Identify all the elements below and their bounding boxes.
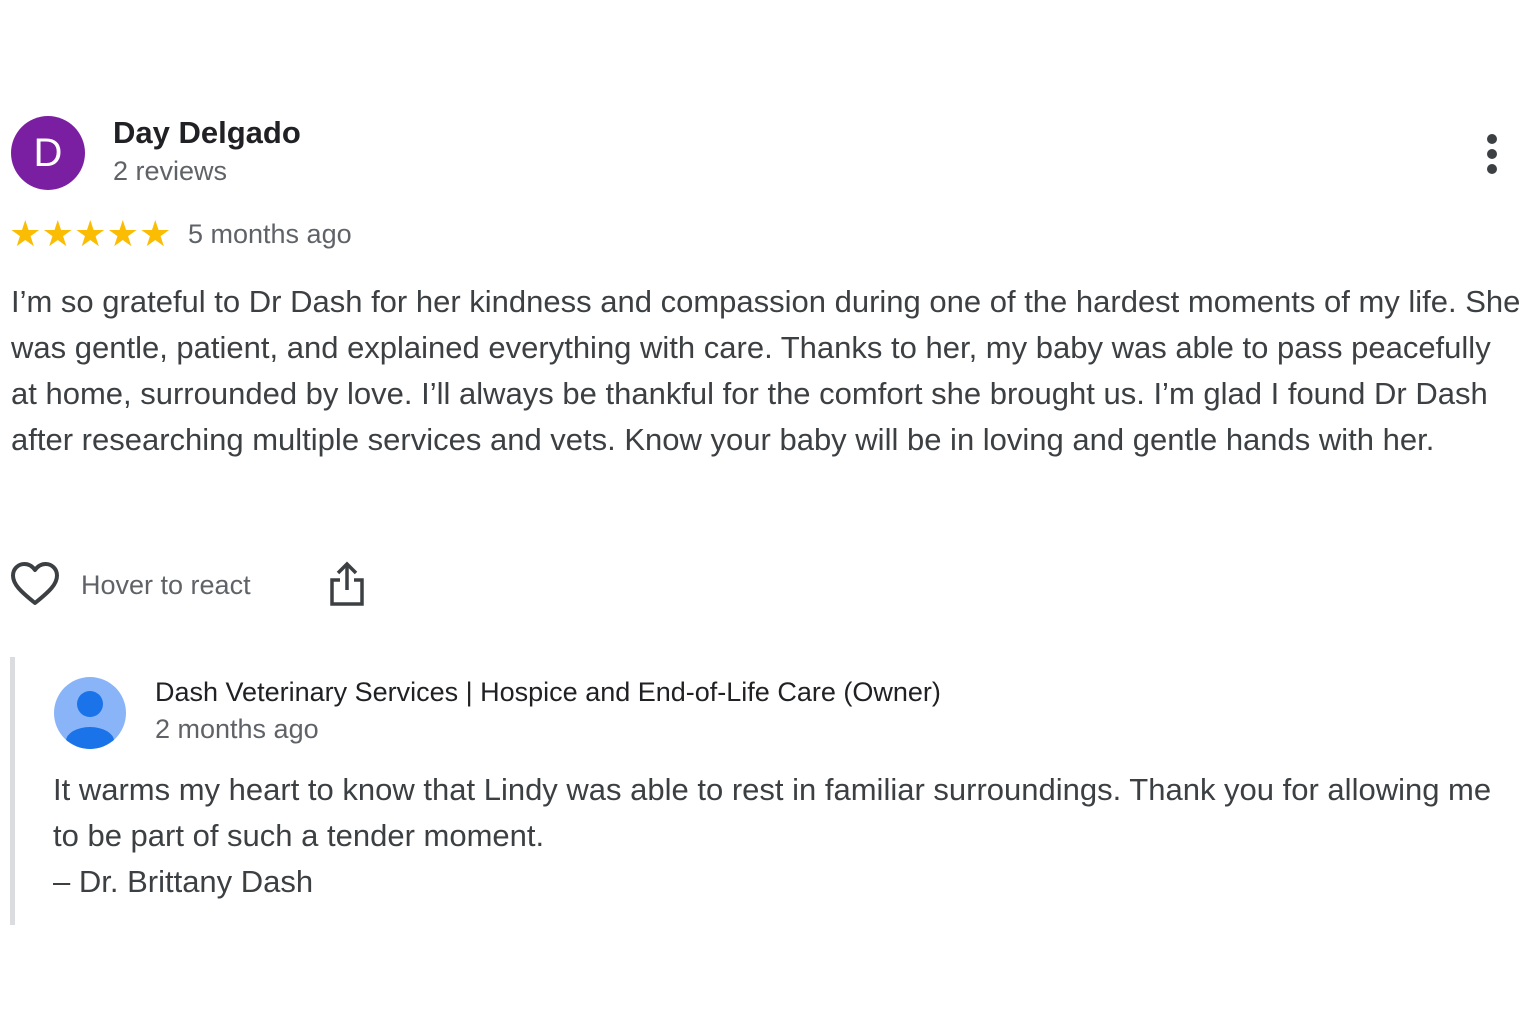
- owner-reply-paragraph: It warms my heart to know that Lindy was…: [53, 772, 1492, 853]
- react-label: Hover to react: [81, 569, 251, 600]
- owner-reply-signature: – Dr. Brittany Dash: [53, 864, 314, 899]
- owner-reply: Dash Veterinary Services | Hospice and E…: [10, 657, 1531, 925]
- react-button[interactable]: Hover to react: [10, 560, 251, 610]
- heart-outline-icon: [11, 562, 59, 605]
- star-icon: ★: [74, 213, 107, 254]
- star-icon: ★: [106, 213, 139, 254]
- star-rating: ★ ★ ★ ★ ★: [9, 214, 172, 254]
- reviewer-avatar[interactable]: D: [11, 116, 85, 190]
- review-text: I’m so grateful to Dr Dash for her kindn…: [11, 284, 1521, 457]
- reviewer-name[interactable]: Day Delgado: [113, 115, 301, 151]
- share-icon: [330, 561, 364, 606]
- star-icon: ★: [9, 213, 42, 254]
- review-time: 5 months ago: [188, 219, 352, 249]
- star-icon: ★: [139, 213, 172, 254]
- owner-name[interactable]: Dash Veterinary Services | Hospice and E…: [155, 677, 941, 708]
- more-options-button[interactable]: [1472, 130, 1512, 178]
- reviewer-review-count: 2 reviews: [113, 156, 228, 186]
- person-icon: [54, 677, 126, 749]
- owner-reply-text: It warms my heart to know that Lindy was…: [53, 767, 1523, 905]
- star-icon: ★: [41, 213, 74, 254]
- review-card: D Day Delgado 2 reviews ★ ★ ★ ★ ★ 5 mont…: [0, 0, 1536, 1024]
- share-button[interactable]: [328, 560, 366, 610]
- owner-reply-time: 2 months ago: [155, 714, 319, 744]
